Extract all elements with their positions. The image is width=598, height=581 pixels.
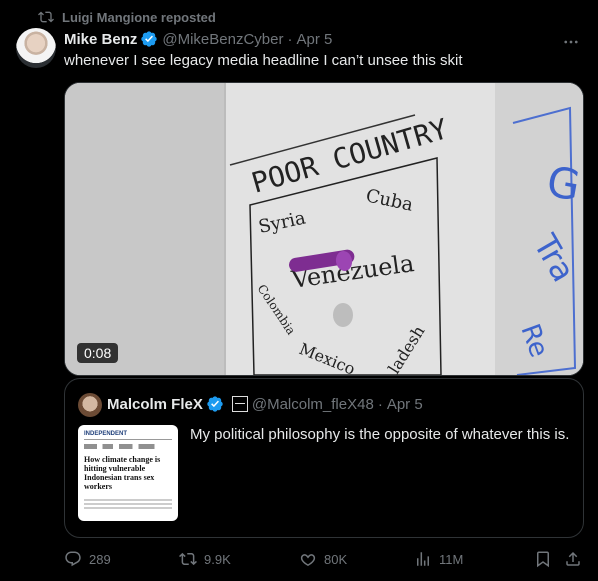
tweet-text: whenever I see legacy media headline I c…: [64, 52, 463, 69]
heart-icon: [300, 554, 316, 566]
like-count: 80K: [324, 551, 348, 567]
tweet-date[interactable]: Apr 5: [296, 31, 332, 48]
video-player[interactable]: POOR COUNTRY Syria Cuba Venezuela Colomb…: [64, 82, 584, 376]
whiteboard-video-frame: POOR COUNTRY Syria Cuba Venezuela Colomb…: [65, 83, 583, 375]
share-button[interactable]: [564, 550, 582, 571]
bookmark-button[interactable]: [534, 550, 552, 571]
quote-author-avatar[interactable]: [78, 393, 102, 417]
tweet-actions: 289 9.9K 80K 11M: [64, 550, 584, 572]
quote-text: My political philosophy is the opposite …: [190, 426, 570, 443]
author-handle[interactable]: @MikeBenzCyber: [162, 31, 283, 48]
repost-header: Luigi Mangione reposted: [38, 8, 216, 26]
share-icon: [566, 551, 580, 566]
header-separator: ·: [287, 30, 293, 48]
video-duration: 0:08: [77, 343, 119, 363]
quote-verified-badge-icon: [207, 396, 223, 412]
tweet-header: Mike Benz @MikeBenzCyber · Apr 5: [64, 30, 332, 48]
quoted-tweet[interactable]: Malcolm FleX @Malcolm_fleX48 · Apr 5 IND…: [64, 378, 584, 538]
verified-badge-icon: [141, 31, 158, 47]
views-count: 11M: [439, 551, 464, 567]
article-thumbnail[interactable]: INDEPENDENT How climate change is hittin…: [78, 425, 178, 521]
thumbnail-subtext-lines: [84, 499, 172, 509]
quote-header-separator: ·: [377, 395, 383, 413]
quote-author-name[interactable]: Malcolm FleX: [107, 396, 203, 413]
quote-header: Malcolm FleX @Malcolm_fleX48 · Apr 5: [107, 395, 423, 413]
reply-button[interactable]: 289: [64, 550, 111, 568]
thumbnail-masthead: INDEPENDENT: [84, 431, 172, 440]
affiliate-badge-icon: [231, 396, 248, 412]
views-icon: [417, 552, 429, 566]
bookmark-icon: [537, 551, 549, 568]
reply-count: 289: [89, 551, 111, 567]
quote-date[interactable]: Apr 5: [387, 396, 423, 413]
quote-author-handle[interactable]: @Malcolm_fleX48: [252, 396, 374, 413]
thumbnail-nav-lines: [84, 444, 172, 449]
repost-icon: [38, 11, 54, 23]
repost-label: Luigi Mangione reposted: [62, 9, 216, 25]
views-button[interactable]: 11M: [414, 550, 463, 568]
author-name[interactable]: Mike Benz: [64, 31, 137, 48]
author-avatar[interactable]: [16, 28, 56, 68]
thumbnail-headline: How climate change is hitting vulnerable…: [84, 455, 161, 491]
repost-count: 9.9K: [204, 551, 231, 567]
like-button[interactable]: 80K: [299, 550, 347, 568]
repost-action-icon: [179, 552, 197, 566]
more-options-icon[interactable]: [562, 34, 580, 48]
reply-icon: [65, 551, 81, 567]
repost-button[interactable]: 9.9K: [179, 550, 231, 568]
